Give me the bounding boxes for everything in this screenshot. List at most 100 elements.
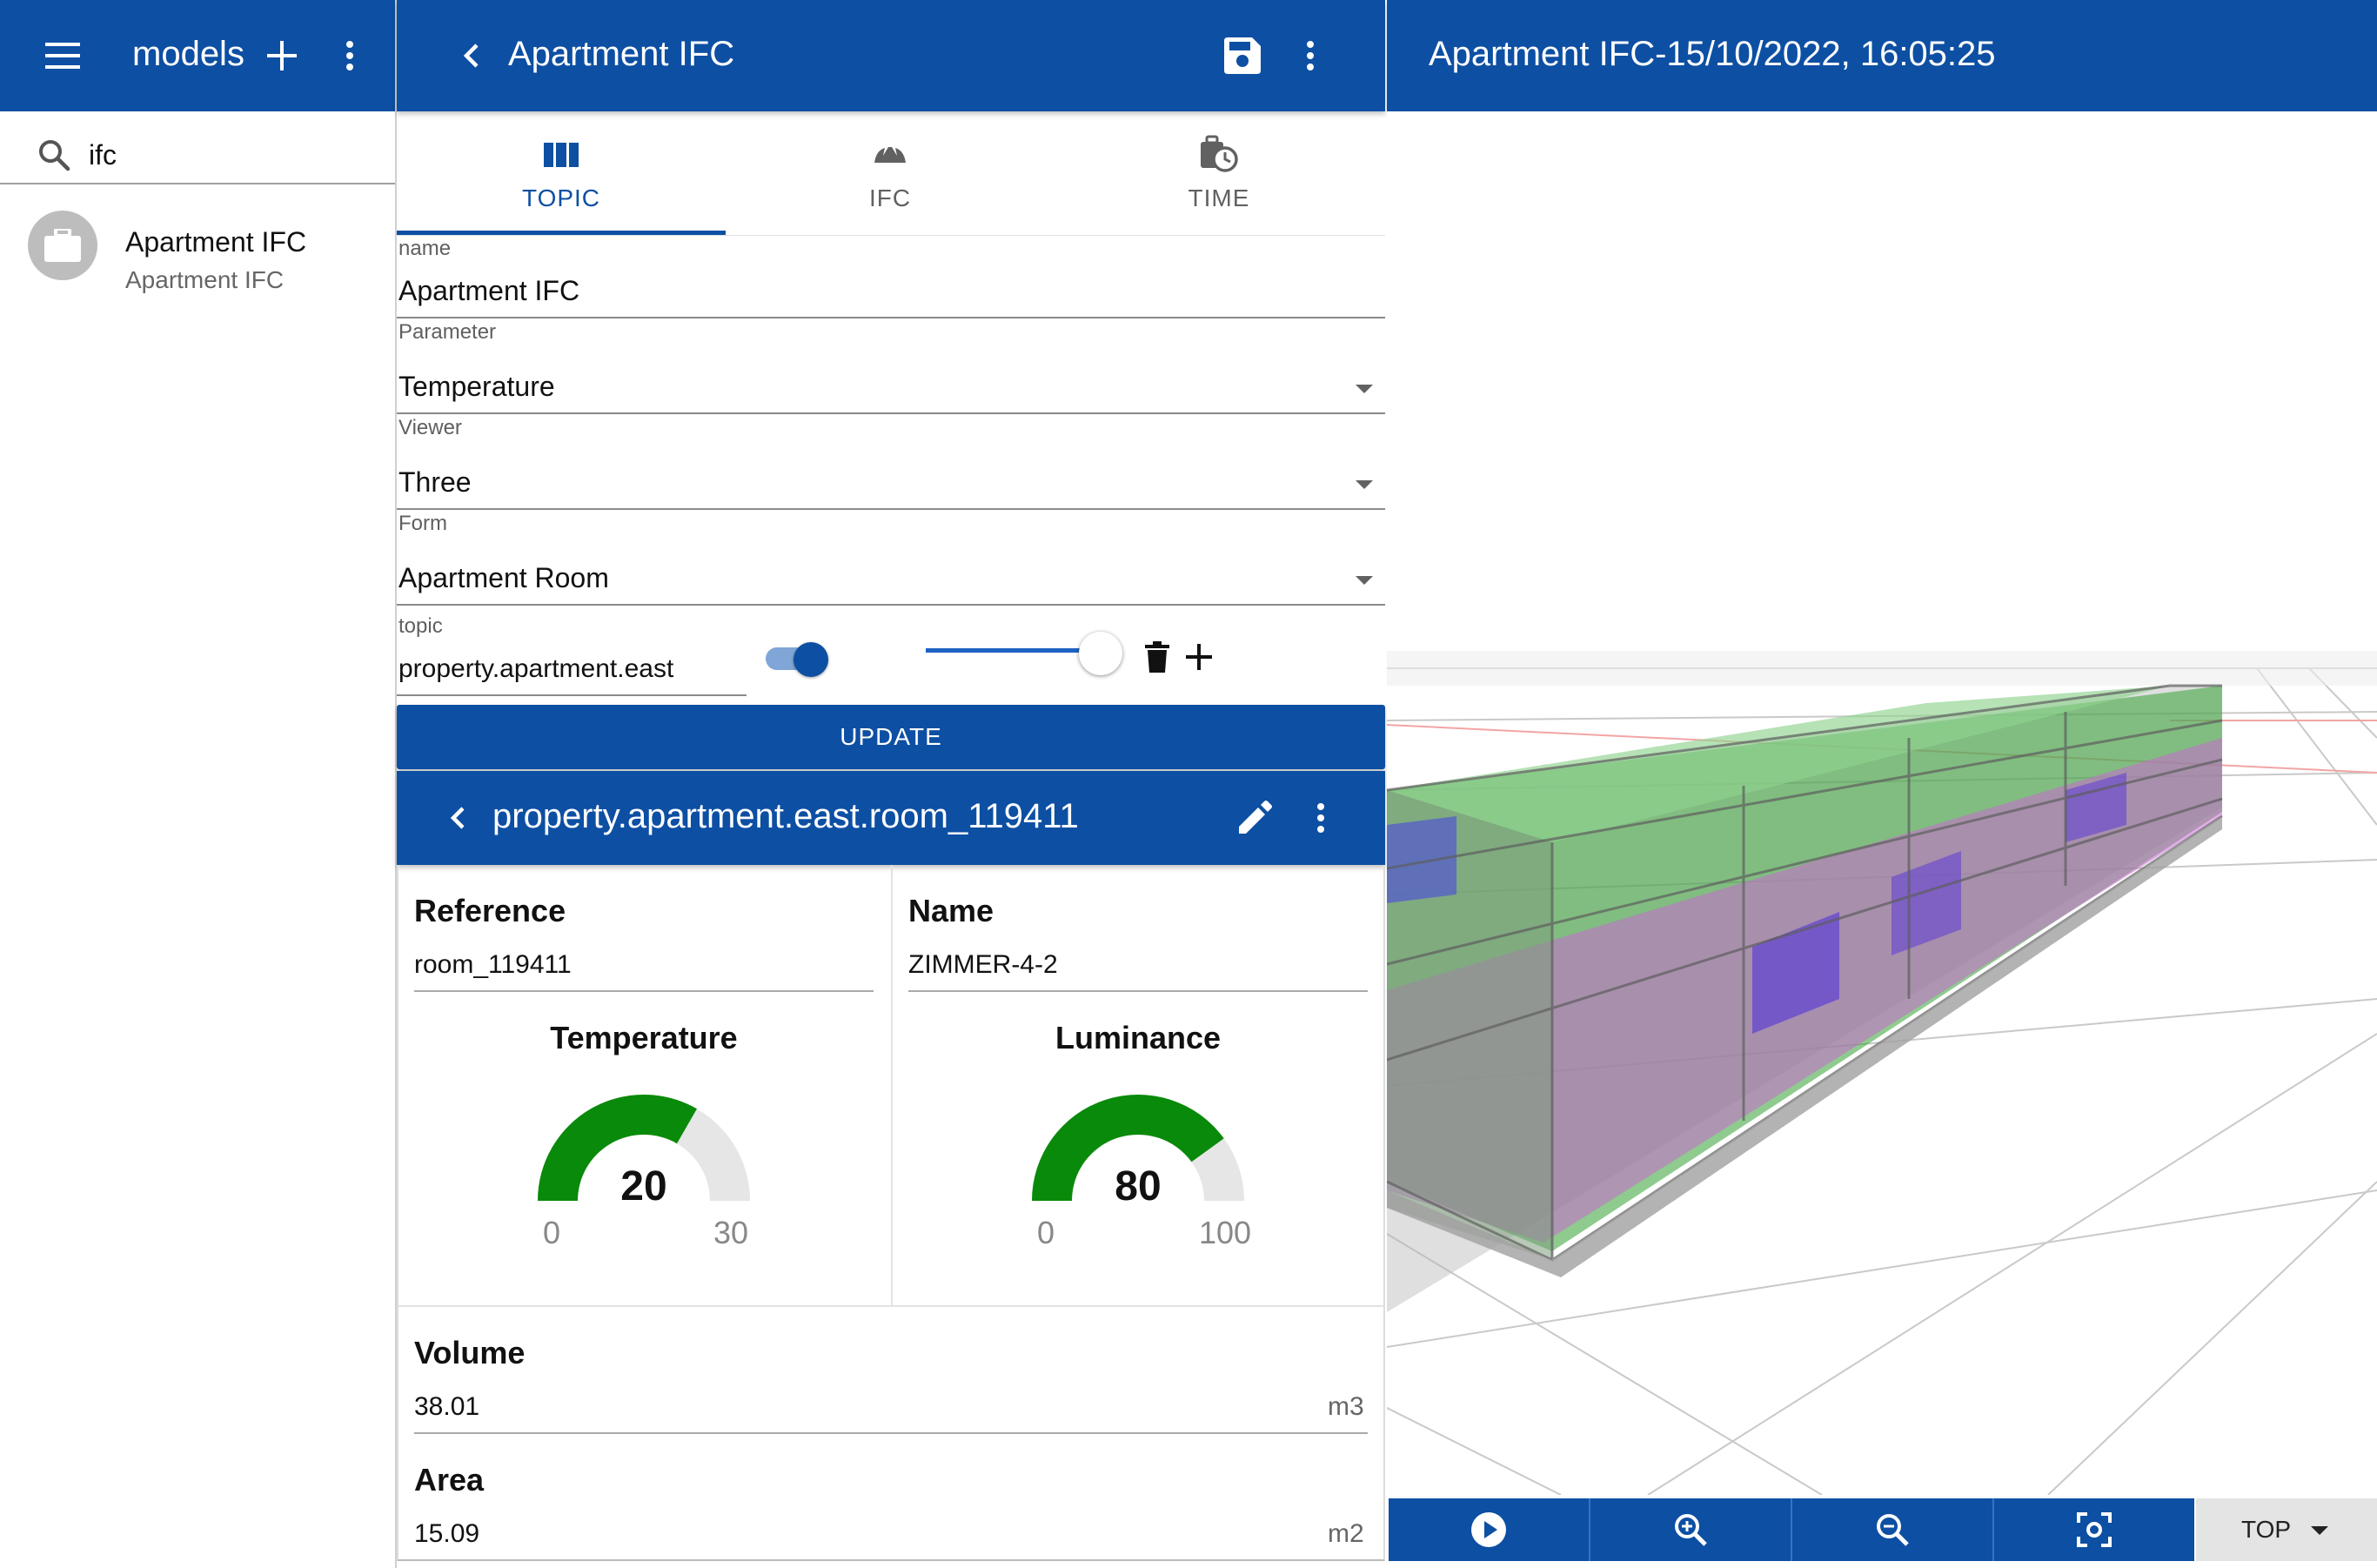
- menu-icon[interactable]: [37, 35, 89, 77]
- viewer-underline: [397, 508, 1385, 510]
- luminance-min: 0: [1037, 1215, 1055, 1250]
- reference-field[interactable]: room_119411: [414, 950, 572, 980]
- reference-underline: [414, 990, 874, 992]
- middle-app-bar: Apartment IFC: [397, 0, 1385, 111]
- topic-underline: [397, 694, 747, 696]
- zoom-in-icon: [1671, 1511, 1710, 1549]
- card-row-divider: [398, 1305, 1383, 1307]
- edit-icon[interactable]: [1234, 797, 1276, 839]
- more-vert-icon[interactable]: [334, 35, 365, 77]
- search-icon: [35, 136, 73, 174]
- form-underline: [397, 604, 1385, 606]
- add-topic-icon[interactable]: [1182, 639, 1216, 675]
- tab-label: TIME: [1188, 184, 1250, 211]
- time-icon: [1198, 132, 1240, 174]
- list-item-title: Apartment IFC: [125, 226, 307, 258]
- back-icon[interactable]: [442, 799, 473, 837]
- chevron-down-icon[interactable]: [1356, 385, 1373, 393]
- zoom-out-icon: [1873, 1511, 1912, 1549]
- temperature-value: 20: [620, 1163, 667, 1210]
- form-label: Form: [398, 512, 447, 535]
- update-button-label: UPDATE: [840, 723, 942, 750]
- chevron-down-icon: [2311, 1526, 2328, 1535]
- volume-label: Volume: [414, 1335, 526, 1370]
- ifc-icon: [871, 139, 909, 171]
- play-button[interactable]: [1389, 1498, 1589, 1561]
- tab-topic[interactable]: TOPIC: [397, 113, 726, 235]
- left-app-bar: models: [0, 0, 395, 111]
- card-col-divider: [891, 865, 893, 1305]
- zoom-out-button[interactable]: [1792, 1498, 1992, 1561]
- tabs-divider: [397, 235, 1385, 236]
- area-label: Area: [414, 1462, 485, 1498]
- luminance-title: Luminance: [1055, 1020, 1222, 1055]
- luminance-max: 100: [1199, 1215, 1252, 1250]
- parameter-select[interactable]: Temperature: [398, 371, 555, 403]
- volume-field[interactable]: 38.01: [414, 1392, 479, 1422]
- room-name-label: Name: [908, 893, 994, 928]
- view-select[interactable]: TOP: [2196, 1498, 2377, 1561]
- avatar: [28, 211, 97, 280]
- volume-unit: m3: [1328, 1392, 1364, 1421]
- slider-thumb[interactable]: [1079, 632, 1122, 675]
- tab-time[interactable]: TIME: [1055, 113, 1383, 235]
- play-icon: [1470, 1511, 1508, 1549]
- delete-icon[interactable]: [1140, 637, 1175, 677]
- models-title: models: [132, 35, 244, 73]
- view-select-label: TOP: [2241, 1516, 2292, 1543]
- 3d-model-view[interactable]: [1387, 111, 2377, 1495]
- tab-ifc[interactable]: IFC: [726, 113, 1055, 235]
- temperature-min: 0: [543, 1215, 561, 1250]
- room-card-header: property.apartment.east.room_119411: [397, 771, 1385, 865]
- viewer-label: Viewer: [398, 416, 462, 439]
- volume-underline: [414, 1432, 1368, 1434]
- parameter-underline: [397, 412, 1385, 414]
- fit-view-button[interactable]: [1994, 1498, 2194, 1561]
- middle-title: Apartment IFC: [508, 35, 735, 73]
- center-focus-icon: [2075, 1511, 2113, 1549]
- tb-divider: [1791, 1498, 1792, 1561]
- room-name-underline: [908, 990, 1368, 992]
- room-title: property.apartment.east.room_119411: [492, 797, 1079, 835]
- area-unit: m2: [1328, 1519, 1364, 1548]
- name-label: name: [398, 237, 452, 260]
- topic-field[interactable]: property.apartment.east: [398, 654, 673, 684]
- temperature-max: 30: [713, 1215, 749, 1250]
- columns-icon: [542, 137, 580, 172]
- temperature-title: Temperature: [550, 1020, 738, 1055]
- tb-divider: [1992, 1498, 1994, 1561]
- tab-label: TOPIC: [521, 184, 601, 211]
- list-item[interactable]: Apartment IFC Apartment IFC: [0, 200, 395, 305]
- save-icon[interactable]: [1220, 33, 1265, 78]
- toggle-thumb: [793, 642, 828, 677]
- search-bar: ifc: [0, 111, 395, 184]
- zoom-in-button[interactable]: [1590, 1498, 1791, 1561]
- name-field[interactable]: Apartment IFC: [398, 275, 579, 307]
- back-icon[interactable]: [454, 35, 489, 77]
- parameter-label: Parameter: [398, 320, 497, 344]
- list-item-subtitle: Apartment IFC: [125, 266, 285, 293]
- area-field[interactable]: 15.09: [414, 1519, 479, 1549]
- update-button[interactable]: UPDATE: [397, 705, 1385, 769]
- topic-label: topic: [398, 614, 443, 638]
- topic-toggle[interactable]: [766, 642, 835, 677]
- viewer-app-bar: Apartment IFC-15/10/2022, 16:05:25: [1387, 0, 2377, 111]
- viewer-select[interactable]: Three: [398, 466, 472, 499]
- briefcase-icon: [28, 211, 97, 280]
- slider-fill: [926, 648, 1096, 653]
- more-vert-icon[interactable]: [1295, 35, 1326, 77]
- reference-label: Reference: [414, 893, 566, 928]
- tab-label: IFC: [868, 184, 912, 211]
- viewer-title: Apartment IFC-15/10/2022, 16:05:25: [1429, 35, 1996, 73]
- room-name-field[interactable]: ZIMMER-4-2: [908, 950, 1058, 980]
- chevron-down-icon[interactable]: [1356, 576, 1373, 585]
- luminance-value: 80: [1115, 1163, 1162, 1210]
- form-select[interactable]: Apartment Room: [398, 562, 609, 594]
- search-input[interactable]: ifc: [89, 139, 117, 171]
- more-vert-icon[interactable]: [1305, 799, 1336, 837]
- add-model-icon[interactable]: [261, 35, 303, 77]
- topic-slider[interactable]: [926, 628, 1135, 675]
- name-underline: [397, 317, 1385, 318]
- tb-divider: [1589, 1498, 1590, 1561]
- chevron-down-icon[interactable]: [1356, 480, 1373, 489]
